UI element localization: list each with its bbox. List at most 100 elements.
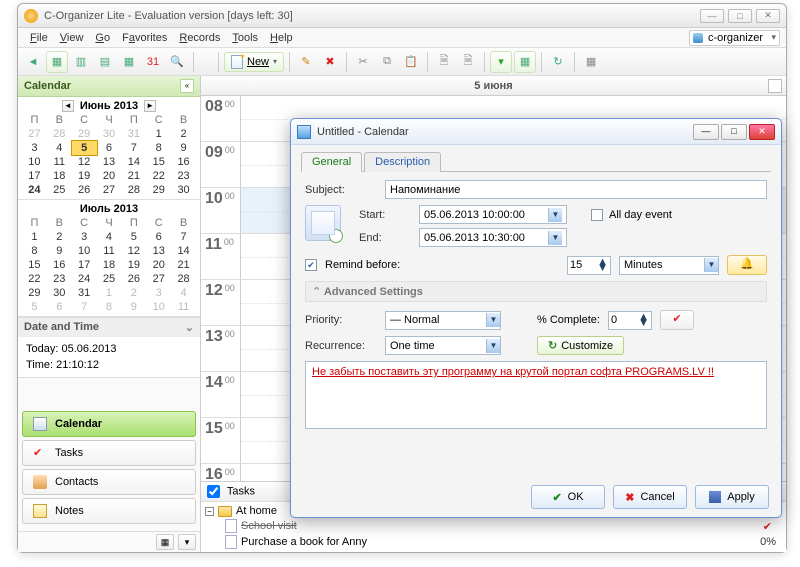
cal-day[interactable]: 4 [97,230,122,244]
tb-5day-view-icon[interactable]: ▤ [94,51,116,73]
cal-day[interactable]: 20 [97,169,122,183]
note-textarea[interactable]: Не забыть поставить эту программу на кру… [305,361,767,429]
cal-day[interactable]: 2 [47,230,72,244]
expand-icon[interactable]: − [205,507,214,516]
cal-day[interactable]: 6 [47,300,72,314]
tb-num-view-icon[interactable]: 31 [142,51,164,73]
tb-flag-split-icon[interactable]: ▦ [514,51,536,73]
cal-day[interactable]: 17 [72,258,97,272]
cal-day[interactable]: 27 [97,183,122,197]
cal-day[interactable]: 5 [121,230,146,244]
remind-checkbox[interactable]: ✔ [305,259,317,271]
cal-day[interactable]: 27 [22,127,47,141]
cal-day[interactable]: 30 [47,286,72,300]
allday-checkbox[interactable] [591,209,603,221]
dlg-close[interactable]: ✕ [749,124,775,140]
cal-day[interactable]: 22 [146,169,171,183]
cal-day[interactable]: 31 [72,286,97,300]
menu-go[interactable]: Go [89,30,116,46]
menu-help[interactable]: Help [264,30,299,46]
cal-day[interactable]: 1 [97,286,122,300]
tb-back-icon[interactable]: ◄ [22,51,44,73]
cal-day[interactable]: 17 [22,169,47,183]
tb-copy-icon[interactable]: ⧉ [376,51,398,73]
cal1-prev[interactable]: ◄ [62,100,74,112]
nav-tasks[interactable]: ✔ Tasks [22,440,196,466]
tab-description[interactable]: Description [364,152,441,172]
cal-day[interactable]: 7 [171,230,196,244]
tb-delete-icon[interactable]: ✖ [319,51,341,73]
tb-flag-green-icon[interactable]: ▾ [490,51,512,73]
cal-day[interactable]: 14 [121,155,146,169]
cal-day[interactable]: 19 [121,258,146,272]
tasks-toggle[interactable] [207,485,220,498]
tb-refresh-icon[interactable]: ↻ [547,51,569,73]
cal-day[interactable]: 13 [146,244,171,258]
cal-day[interactable]: 4 [47,141,72,155]
cal-day[interactable]: 27 [146,272,171,286]
tb-doc2-icon[interactable]: 🗎 [457,51,479,73]
cal-day[interactable]: 6 [97,141,122,155]
maximize-button[interactable]: □ [728,9,752,23]
new-button[interactable]: New ▾ [224,52,284,72]
dlg-maximize[interactable]: □ [721,124,747,140]
tb-grid-icon[interactable]: ▦ [580,51,602,73]
cal-day[interactable]: 13 [97,155,122,169]
cal-day[interactable]: 8 [97,300,122,314]
cal-day[interactable]: 1 [22,230,47,244]
cal-day[interactable]: 30 [97,127,122,141]
advanced-header[interactable]: Advanced Settings [305,281,767,302]
cal-day[interactable]: 28 [171,272,196,286]
cal-day[interactable]: 26 [72,183,97,197]
cal-day[interactable]: 16 [171,155,196,169]
cal-day[interactable]: 21 [121,169,146,183]
tb-doc1-icon[interactable]: 🗎 [433,51,455,73]
cal-day[interactable]: 11 [47,155,72,169]
bell-button[interactable]: 🔔 [727,255,767,275]
complete-value[interactable]: 0▲▼ [608,311,652,330]
cal-day[interactable]: 18 [47,169,72,183]
cal-day[interactable]: 15 [22,258,47,272]
cal-day[interactable]: 23 [47,272,72,286]
cal-day[interactable]: 22 [22,272,47,286]
end-field[interactable]: 05.06.2013 10:30:00▼ [419,228,567,247]
cal-day[interactable]: 29 [22,286,47,300]
tab-general[interactable]: General [301,152,362,172]
cal-day[interactable]: 7 [121,141,146,155]
cal-day[interactable]: 2 [121,286,146,300]
recurrence-select[interactable]: One time▼ [385,336,501,355]
cal-day[interactable]: 21 [171,258,196,272]
remind-value[interactable]: 15▲▼ [567,256,611,275]
tb-cut-icon[interactable]: ✂ [352,51,374,73]
menu-tools[interactable]: Tools [226,30,264,46]
nav-calendar[interactable]: Calendar [22,411,196,437]
cal-day[interactable]: 10 [22,155,47,169]
cal-day[interactable]: 3 [146,286,171,300]
apply-button[interactable]: Apply [695,485,769,509]
cal-day[interactable]: 28 [121,183,146,197]
cal-day[interactable]: 24 [72,272,97,286]
nav-footer-cal-icon[interactable]: ▦ [156,534,174,550]
dlg-minimize[interactable]: ― [693,124,719,140]
cal-day[interactable]: 25 [97,272,122,286]
cal-day[interactable]: 7 [72,300,97,314]
cal-day[interactable]: 31 [121,127,146,141]
cal-day[interactable]: 6 [146,230,171,244]
cal-day[interactable]: 9 [121,300,146,314]
cal-day[interactable]: 30 [171,183,196,197]
cal-day[interactable]: 5 [22,300,47,314]
tb-day-view-icon[interactable]: ▦ [46,51,68,73]
tb-paste-icon[interactable]: 📋 [400,51,422,73]
cal-day[interactable]: 8 [22,244,47,258]
cal-day[interactable]: 25 [47,183,72,197]
cal-day[interactable]: 18 [97,258,122,272]
cal-day[interactable]: 10 [72,244,97,258]
cal-day[interactable]: 28 [47,127,72,141]
cal-day[interactable]: 2 [171,127,196,141]
cal-day[interactable]: 1 [146,127,171,141]
cal-day[interactable]: 23 [171,169,196,183]
menu-file[interactable]: File [24,30,54,46]
tb-search-icon[interactable]: 🔍 [166,51,188,73]
check-button[interactable]: ✔ [660,310,694,330]
cal-day[interactable]: 11 [171,300,196,314]
